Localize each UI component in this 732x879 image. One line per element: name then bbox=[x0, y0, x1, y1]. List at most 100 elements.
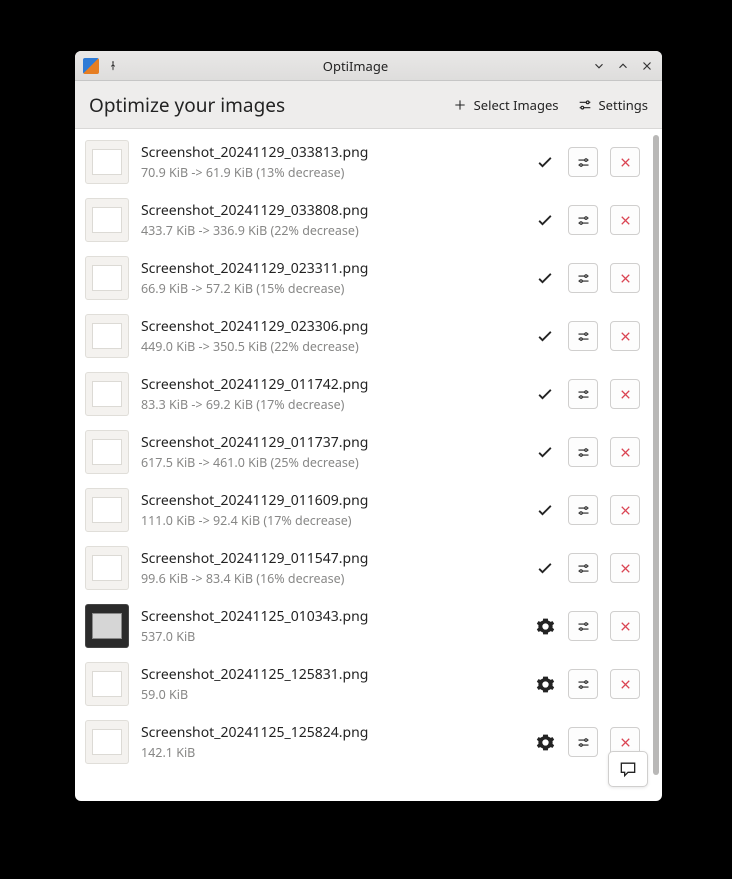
scrollbar[interactable] bbox=[650, 129, 662, 801]
file-name: Screenshot_20241129_011609.png bbox=[141, 491, 522, 510]
maximize-button[interactable] bbox=[616, 59, 630, 73]
sliders-icon bbox=[576, 329, 591, 344]
item-remove-button[interactable] bbox=[610, 263, 640, 293]
thumbnail bbox=[85, 604, 129, 648]
item-options-button[interactable] bbox=[568, 669, 598, 699]
file-meta: 449.0 KiB -> 350.5 KiB (22% decrease) bbox=[141, 338, 522, 355]
sliders-icon bbox=[576, 271, 591, 286]
titlebar: OptiImage bbox=[75, 51, 662, 81]
thumbnail bbox=[85, 546, 129, 590]
item-info: Screenshot_20241125_125831.png 59.0 KiB bbox=[141, 665, 522, 703]
item-options-button[interactable] bbox=[568, 437, 598, 467]
item-remove-button[interactable] bbox=[610, 611, 640, 641]
item-options-button[interactable] bbox=[568, 611, 598, 641]
thumbnail bbox=[85, 430, 129, 474]
file-meta: 617.5 KiB -> 461.0 KiB (25% decrease) bbox=[141, 454, 522, 471]
toolbar: Optimize your images Select Images Setti… bbox=[75, 81, 662, 129]
item-options-button[interactable] bbox=[568, 147, 598, 177]
item-options-button[interactable] bbox=[568, 495, 598, 525]
item-options-button[interactable] bbox=[568, 321, 598, 351]
list-item: Screenshot_20241125_010343.png 537.0 KiB bbox=[75, 597, 650, 655]
file-meta: 59.0 KiB bbox=[141, 686, 522, 703]
list-item: Screenshot_20241129_023311.png 66.9 KiB -… bbox=[75, 249, 650, 307]
file-name: Screenshot_20241129_023306.png bbox=[141, 317, 522, 336]
item-info: Screenshot_20241129_033813.png70.9 KiB -… bbox=[141, 143, 522, 181]
app-icon bbox=[83, 58, 99, 74]
file-meta: 433.7 KiB -> 336.9 KiB (22% decrease) bbox=[141, 222, 522, 239]
thumbnail bbox=[85, 488, 129, 532]
item-info: Screenshot_20241125_010343.png 537.0 KiB bbox=[141, 607, 522, 645]
file-meta: 66.9 KiB -> 57.2 KiB (15% decrease) bbox=[141, 280, 522, 297]
file-name: Screenshot_20241129_033813.png bbox=[141, 143, 522, 162]
close-icon bbox=[618, 445, 633, 460]
sliders-icon bbox=[576, 677, 591, 692]
speech-bubble-icon bbox=[618, 759, 638, 779]
list-item: Screenshot_20241129_023306.png 449.0 KiB … bbox=[75, 307, 650, 365]
item-info: Screenshot_20241129_011609.png111.0 KiB … bbox=[141, 491, 522, 529]
close-icon bbox=[618, 213, 633, 228]
minimize-button[interactable] bbox=[592, 59, 606, 73]
sliders-icon bbox=[576, 155, 591, 170]
item-remove-button[interactable] bbox=[610, 553, 640, 583]
item-info: Screenshot_20241129_023306.png 449.0 KiB … bbox=[141, 317, 522, 355]
sliders-icon bbox=[576, 561, 591, 576]
list-item: Screenshot_20241129_011742.png83.3 KiB -… bbox=[75, 365, 650, 423]
pin-icon[interactable] bbox=[107, 60, 119, 72]
file-meta: 99.6 KiB -> 83.4 KiB (16% decrease) bbox=[141, 570, 522, 587]
item-options-button[interactable] bbox=[568, 553, 598, 583]
status-done-icon bbox=[534, 151, 556, 173]
item-options-button[interactable] bbox=[568, 205, 598, 235]
page-title: Optimize your images bbox=[89, 92, 434, 118]
status-pending-icon bbox=[534, 731, 556, 753]
item-remove-button[interactable] bbox=[610, 669, 640, 699]
list-item: Screenshot_20241125_125831.png 59.0 KiB bbox=[75, 655, 650, 713]
plus-icon bbox=[452, 97, 468, 113]
close-icon bbox=[618, 155, 633, 170]
file-meta: 83.3 KiB -> 69.2 KiB (17% decrease) bbox=[141, 396, 522, 413]
sliders-icon bbox=[577, 97, 593, 113]
window-title: OptiImage bbox=[127, 57, 584, 75]
close-icon bbox=[618, 735, 633, 750]
item-remove-button[interactable] bbox=[610, 495, 640, 525]
item-remove-button[interactable] bbox=[610, 321, 640, 351]
file-name: Screenshot_20241125_010343.png bbox=[141, 607, 522, 626]
list-item: Screenshot_20241129_011609.png111.0 KiB … bbox=[75, 481, 650, 539]
item-info: Screenshot_20241129_011737.png617.5 KiB … bbox=[141, 433, 522, 471]
item-remove-button[interactable] bbox=[610, 379, 640, 409]
status-pending-icon bbox=[534, 615, 556, 637]
scrollbar-thumb[interactable] bbox=[653, 135, 659, 775]
select-images-button[interactable]: Select Images bbox=[452, 96, 559, 114]
file-meta: 537.0 KiB bbox=[141, 628, 522, 645]
settings-button[interactable]: Settings bbox=[577, 96, 648, 114]
status-done-icon bbox=[534, 499, 556, 521]
file-name: Screenshot_20241125_125831.png bbox=[141, 665, 522, 684]
item-remove-button[interactable] bbox=[610, 147, 640, 177]
item-remove-button[interactable] bbox=[610, 437, 640, 467]
item-info: Screenshot_20241129_023311.png 66.9 KiB -… bbox=[141, 259, 522, 297]
thumbnail bbox=[85, 140, 129, 184]
messages-button[interactable] bbox=[608, 751, 648, 787]
close-button[interactable] bbox=[640, 59, 654, 73]
item-remove-button[interactable] bbox=[610, 205, 640, 235]
close-icon bbox=[618, 677, 633, 692]
close-icon bbox=[618, 271, 633, 286]
item-options-button[interactable] bbox=[568, 379, 598, 409]
thumbnail bbox=[85, 662, 129, 706]
thumbnail bbox=[85, 256, 129, 300]
item-options-button[interactable] bbox=[568, 727, 598, 757]
close-icon bbox=[618, 329, 633, 344]
settings-label: Settings bbox=[599, 96, 648, 114]
thumbnail bbox=[85, 314, 129, 358]
image-list[interactable]: Screenshot_20241129_033813.png70.9 KiB -… bbox=[75, 129, 650, 801]
close-icon bbox=[618, 387, 633, 402]
close-icon bbox=[618, 503, 633, 518]
list-item: Screenshot_20241129_033808.png433.7 KiB … bbox=[75, 191, 650, 249]
item-info: Screenshot_20241125_125824.png142.1 KiB bbox=[141, 723, 522, 761]
item-options-button[interactable] bbox=[568, 263, 598, 293]
list-item: Screenshot_20241129_011737.png617.5 KiB … bbox=[75, 423, 650, 481]
thumbnail bbox=[85, 372, 129, 416]
window-controls bbox=[592, 59, 654, 73]
status-done-icon bbox=[534, 557, 556, 579]
status-pending-icon bbox=[534, 673, 556, 695]
file-name: Screenshot_20241129_023311.png bbox=[141, 259, 522, 278]
